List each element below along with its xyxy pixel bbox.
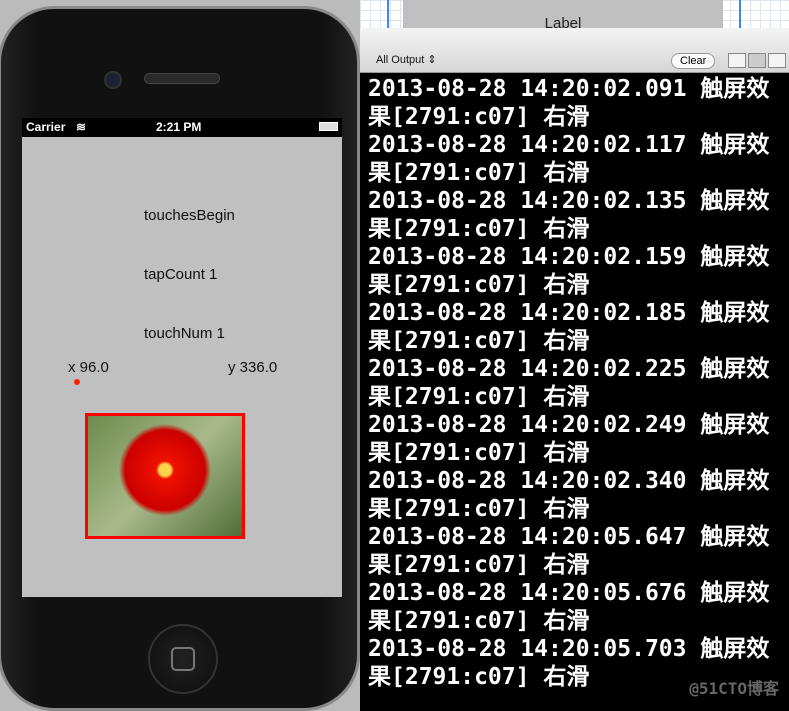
home-button[interactable] xyxy=(148,624,218,694)
clear-button[interactable]: Clear xyxy=(671,53,716,69)
console-header: All Output ⇕ Clear xyxy=(360,28,789,73)
flower-image[interactable] xyxy=(85,413,245,539)
x-coordinate-label: x 96.0 xyxy=(68,359,109,376)
wifi-icon: ≋ xyxy=(76,120,87,134)
log-line: 2013-08-28 14:20:05.647 触屏效果[2791:c07] 右… xyxy=(368,524,770,578)
carrier-label: Carrier xyxy=(26,120,66,134)
log-line: 2013-08-28 14:20:02.117 触屏效果[2791:c07] 右… xyxy=(368,132,770,186)
console-output[interactable]: 2013-08-28 14:20:02.091 触屏效果[2791:c07] 右… xyxy=(360,73,789,711)
guide-line xyxy=(739,0,741,28)
interface-builder-canvas: Label xyxy=(360,0,789,28)
phone-screen[interactable]: Carrier ≋ 2:21 PM touchesBegin tapCount … xyxy=(22,118,342,597)
clock: 2:21 PM xyxy=(156,120,202,134)
log-line: 2013-08-28 14:20:02.159 触屏效果[2791:c07] 右… xyxy=(368,244,770,298)
both-panes-icon[interactable] xyxy=(748,53,766,68)
log-line: 2013-08-28 14:20:05.676 触屏效果[2791:c07] 右… xyxy=(368,580,770,634)
tap-count-label: tapCount 1 xyxy=(144,266,218,283)
log-line: 2013-08-28 14:20:02.185 触屏效果[2791:c07] 右… xyxy=(368,300,770,354)
home-square-icon xyxy=(171,647,195,671)
right-pane-icon[interactable] xyxy=(768,53,786,68)
touch-num-label: touchNum 1 xyxy=(144,325,225,342)
touch-point-marker xyxy=(74,379,80,385)
iphone-simulator: Carrier ≋ 2:21 PM touchesBegin tapCount … xyxy=(0,0,360,711)
left-pane-icon[interactable] xyxy=(728,53,746,68)
log-line: 2013-08-28 14:20:02.091 触屏效果[2791:c07] 右… xyxy=(368,76,770,130)
watermark: @51CTO博客 xyxy=(689,679,779,698)
ib-label[interactable]: Label xyxy=(403,0,723,28)
y-coordinate-label: y 336.0 xyxy=(228,359,278,376)
log-line: 2013-08-28 14:20:02.340 触屏效果[2791:c07] 右… xyxy=(368,468,770,522)
battery-icon xyxy=(319,122,338,131)
speaker-icon xyxy=(144,73,220,84)
log-line: 2013-08-28 14:20:02.225 触屏效果[2791:c07] 右… xyxy=(368,356,770,410)
camera-icon xyxy=(104,71,122,89)
output-filter-select[interactable]: All Output ⇕ xyxy=(376,53,437,66)
status-bar: Carrier ≋ 2:21 PM xyxy=(22,118,342,137)
guide-line xyxy=(387,0,389,28)
log-line: 2013-08-28 14:20:02.249 触屏效果[2791:c07] 右… xyxy=(368,412,770,466)
touch-state-label: touchesBegin xyxy=(144,207,235,224)
log-line: 2013-08-28 14:20:02.135 触屏效果[2791:c07] 右… xyxy=(368,188,770,242)
